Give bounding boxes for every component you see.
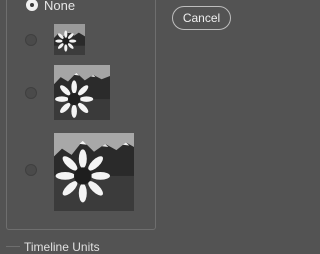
timeline-units-heading: Timeline Units (24, 240, 100, 254)
small-thumbnail-preview[interactable] (54, 24, 85, 55)
large-thumbnail-preview[interactable] (54, 133, 134, 211)
medium-thumbnail-preview[interactable] (54, 65, 110, 120)
section-divider (6, 246, 20, 247)
radio-large-thumbnail[interactable] (25, 164, 37, 176)
radio-small-thumbnail[interactable] (25, 34, 37, 46)
cancel-button[interactable]: Cancel (172, 6, 231, 30)
radio-none-label: None (44, 0, 76, 13)
radio-medium-thumbnail[interactable] (25, 87, 37, 99)
